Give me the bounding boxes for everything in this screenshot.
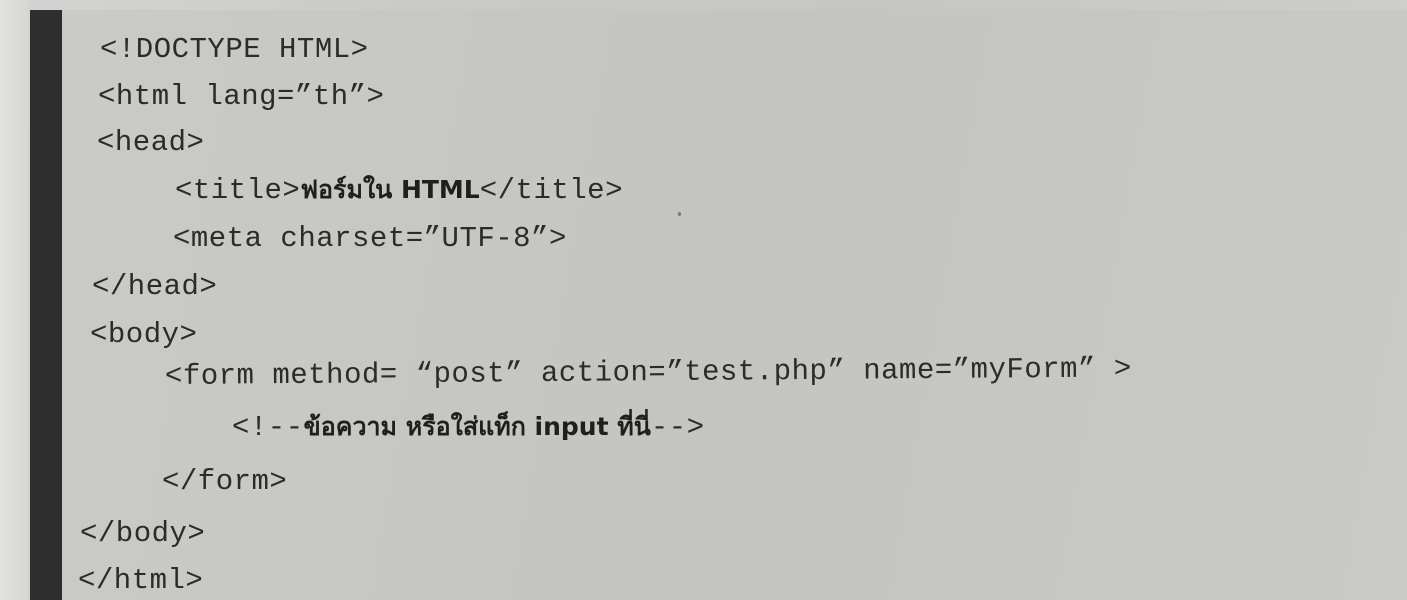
code-line-html-close: </html>: [78, 564, 204, 597]
comment-open: <!--: [232, 411, 304, 444]
title-tag-close: </title>: [479, 174, 623, 207]
code-line-html-open: <html lang=”th”>: [98, 80, 385, 113]
comment-text: ข้อความ หรือใส่แท็ก input ที่นี่: [303, 412, 651, 441]
title-text: ฟอร์มใน HTML: [300, 175, 480, 204]
code-line-title: <title>ฟอร์มใน HTML</title>: [175, 170, 623, 210]
code-line-body-open: <body>: [90, 318, 198, 351]
code-line-form-close: </form>: [162, 465, 288, 498]
page-margin: [0, 0, 28, 600]
comment-close: -->: [650, 411, 705, 444]
code-line-doctype: <!DOCTYPE HTML>: [100, 33, 369, 66]
code-line-body-close: </body>: [80, 517, 206, 550]
title-tag-open: <title>: [175, 174, 301, 207]
paper-speck: [678, 212, 681, 216]
code-line-meta: <meta charset=”UTF-8”>: [173, 222, 567, 255]
code-line-head-close: </head>: [92, 270, 218, 303]
code-line-head-open: <head>: [97, 126, 205, 159]
code-line-comment: <!--ข้อความ หรือใส่แท็ก input ที่นี่-->: [232, 407, 705, 447]
code-block-accent-bar: [30, 10, 62, 600]
